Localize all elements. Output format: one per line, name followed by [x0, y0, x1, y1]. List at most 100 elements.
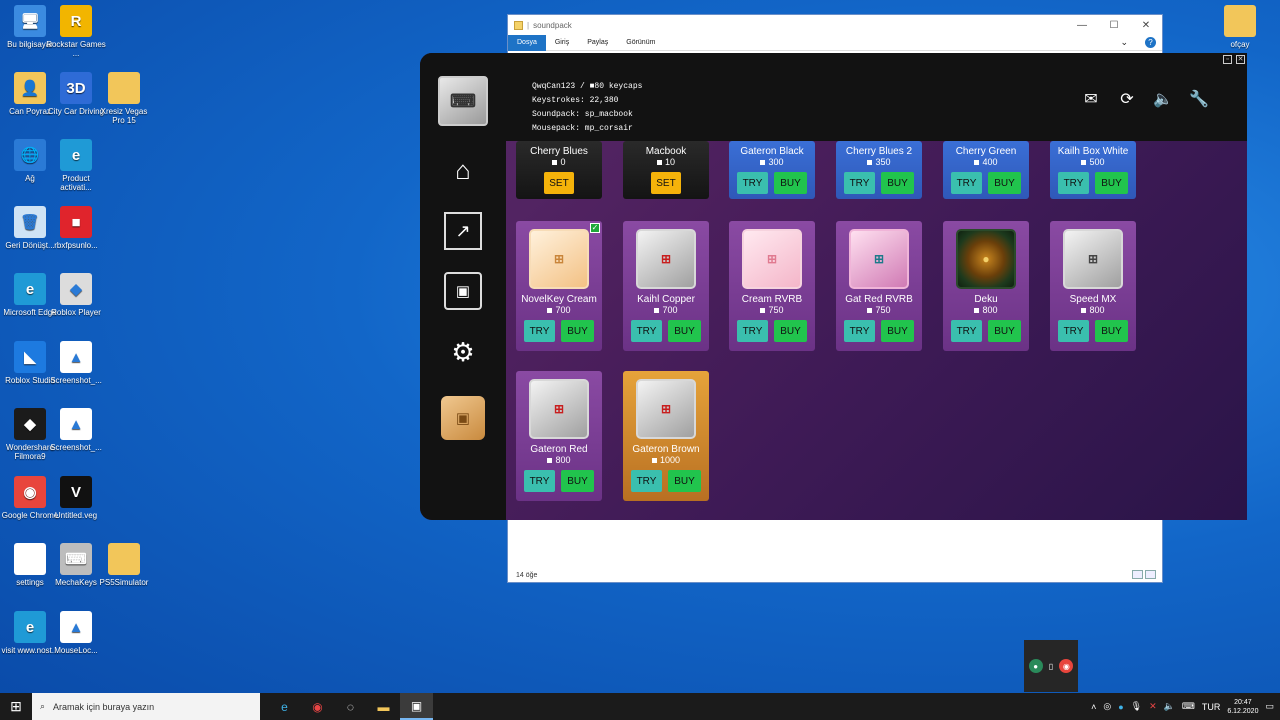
keycap-icon[interactable]: ▣ [444, 272, 482, 310]
card-actions: TRY BUY [844, 320, 914, 342]
large-icons-view-icon[interactable] [1145, 570, 1156, 579]
steam-icon[interactable]: ◌ [334, 693, 367, 720]
soundpack-store-icon[interactable]: ▣ [441, 396, 485, 440]
language-indicator[interactable]: TUR [1202, 702, 1221, 712]
desktop-icon[interactable]: ▲ Screenshot_... [46, 341, 106, 385]
buy-button[interactable]: BUY [988, 172, 1021, 194]
details-view-icon[interactable] [1132, 570, 1143, 579]
soundpack-price: 700 [654, 305, 678, 315]
buy-button[interactable]: BUY [668, 320, 701, 342]
close-icon[interactable]: ✕ [1236, 55, 1245, 64]
card-actions: SET [544, 172, 574, 194]
system-tray: ˄ ◎ ● 🎙 ✕ 🔈 ⌨ TUR 20:47 6.12.2020 ▭ [1091, 698, 1280, 716]
chrome-icon[interactable]: ◉ [1059, 659, 1074, 673]
soundpack-card: ⊞ Cream RVRB 750 TRY BUY [729, 221, 815, 351]
help-icon[interactable]: ? [1145, 37, 1156, 48]
volume-icon[interactable]: 🔈 [1153, 89, 1173, 109]
desktop-icon[interactable]: e Product activati... [46, 139, 106, 192]
tray-icon[interactable]: ◎ [1103, 701, 1111, 712]
keyboard-icon[interactable]: ⌨ [1182, 701, 1195, 712]
keycap-image: ● [956, 229, 1016, 289]
try-button[interactable]: TRY [1058, 172, 1089, 194]
desktop-icon[interactable]: V Untitled.veg [46, 476, 106, 520]
edge-icon[interactable]: e [268, 693, 301, 720]
desktop-icon-label: Untitled.veg [54, 511, 98, 520]
try-button[interactable]: TRY [951, 172, 982, 194]
microphone-icon[interactable]: 🎙 [1131, 701, 1142, 712]
desktop-icon[interactable]: ▲ MouseLoc... [46, 611, 106, 655]
buy-button[interactable]: BUY [561, 320, 594, 342]
desktop-icon[interactable]: ◆ Roblox Player [46, 273, 106, 317]
buy-button[interactable]: BUY [561, 470, 594, 492]
desktop-icon-label: rbxfpsunlo... [54, 241, 98, 250]
tab-paylas[interactable]: Paylaş [578, 39, 617, 46]
try-button[interactable]: TRY [951, 320, 982, 342]
record-icon[interactable]: ◉ [301, 693, 334, 720]
explorer-titlebar[interactable]: | soundpack — ☐ ✕ [508, 15, 1162, 35]
soundpack-name: Gateron Red [530, 444, 588, 455]
file-explorer-icon[interactable]: ▬ [367, 693, 400, 720]
set-button[interactable]: SET [544, 172, 574, 194]
chevron-up-icon[interactable]: ˄ [1091, 702, 1096, 712]
desktop-icon[interactable]: ▲ Screenshot_... [46, 408, 106, 452]
buy-button[interactable]: BUY [774, 172, 807, 194]
mechakeys-taskbar-icon[interactable]: ▣ [400, 693, 433, 720]
try-button[interactable]: TRY [844, 320, 875, 342]
volume-icon[interactable]: 🔈 [1164, 701, 1175, 712]
user-folder-icon: 👤 [14, 72, 46, 104]
desktop-icon[interactable]: ■ rbxfpsunlo... [46, 206, 106, 250]
desktop-icon-label: PS5Simulator [99, 578, 149, 587]
desktop-icon-label: Can Poyraz [9, 107, 51, 116]
buy-button[interactable]: BUY [1095, 320, 1128, 342]
wrench-icon[interactable]: 🔧 [1189, 89, 1209, 109]
network-disconnected-icon[interactable]: ✕ [1149, 701, 1157, 712]
chevron-down-icon[interactable]: ⌄ [1111, 37, 1137, 48]
start-button[interactable]: ⊞ [0, 693, 32, 720]
buy-button[interactable]: BUY [668, 470, 701, 492]
tray-app-icon[interactable]: ● [1028, 659, 1043, 673]
buy-button[interactable]: BUY [988, 320, 1021, 342]
explorer-title: soundpack [533, 20, 572, 30]
try-button[interactable]: TRY [524, 470, 555, 492]
close-button[interactable]: ✕ [1130, 20, 1162, 31]
try-button[interactable]: TRY [524, 320, 555, 342]
refresh-icon[interactable]: ⟳ [1117, 89, 1137, 109]
try-button[interactable]: TRY [631, 470, 662, 492]
maximize-button[interactable]: ☐ [1098, 20, 1130, 31]
try-button[interactable]: TRY [1058, 320, 1089, 342]
desktop-icon[interactable]: Xresiz Vegas Pro 15 [94, 72, 154, 125]
keycap-currency-icon [760, 307, 766, 313]
clock[interactable]: 20:47 6.12.2020 [1227, 698, 1258, 716]
buy-button[interactable]: BUY [881, 172, 914, 194]
buy-button[interactable]: BUY [881, 320, 914, 342]
desktop-icon[interactable]: PS5Simulator [94, 543, 154, 587]
tab-dosya[interactable]: Dosya [508, 34, 546, 51]
home-icon[interactable]: ⌂ [444, 151, 482, 189]
soundpack-card: ⊞ Gateron Brown 1000 TRY BUY [623, 371, 709, 501]
stats-chart-icon[interactable]: ↗ [444, 212, 482, 250]
mail-icon[interactable]: ✉ [1081, 89, 1101, 109]
keycap-currency-icon [654, 307, 660, 313]
tab-giris[interactable]: Giriş [546, 39, 578, 46]
set-button[interactable]: SET [651, 172, 681, 194]
try-button[interactable]: TRY [737, 320, 768, 342]
try-button[interactable]: TRY [631, 320, 662, 342]
try-button[interactable]: TRY [737, 172, 768, 194]
soundpack-card: ⊞ Gat Red RVRB 750 TRY BUY [836, 221, 922, 351]
settings-gear-icon[interactable]: ⚙ [444, 333, 482, 371]
tray-icon[interactable]: ● [1118, 702, 1123, 712]
buy-button[interactable]: BUY [774, 320, 807, 342]
buy-button[interactable]: BUY [1095, 172, 1128, 194]
usb-icon[interactable]: ▯ [1044, 659, 1058, 673]
taskbar-search[interactable]: ⌕ Aramak için buraya yazın [32, 693, 260, 720]
desktop-icon[interactable]: R Rockstar Games ... [46, 5, 106, 58]
notifications-icon[interactable]: ▭ [1265, 701, 1274, 712]
minimize-button[interactable]: — [1066, 20, 1098, 31]
keycap-currency-icon [651, 457, 657, 463]
image-file-icon: ▲ [60, 408, 92, 440]
desktop-icon[interactable]: ofçay [1210, 5, 1270, 49]
try-button[interactable]: TRY [844, 172, 875, 194]
card-actions: TRY BUY [737, 320, 807, 342]
tab-gorunum[interactable]: Görünüm [617, 39, 664, 46]
maximize-icon[interactable]: ▫ [1223, 55, 1232, 64]
